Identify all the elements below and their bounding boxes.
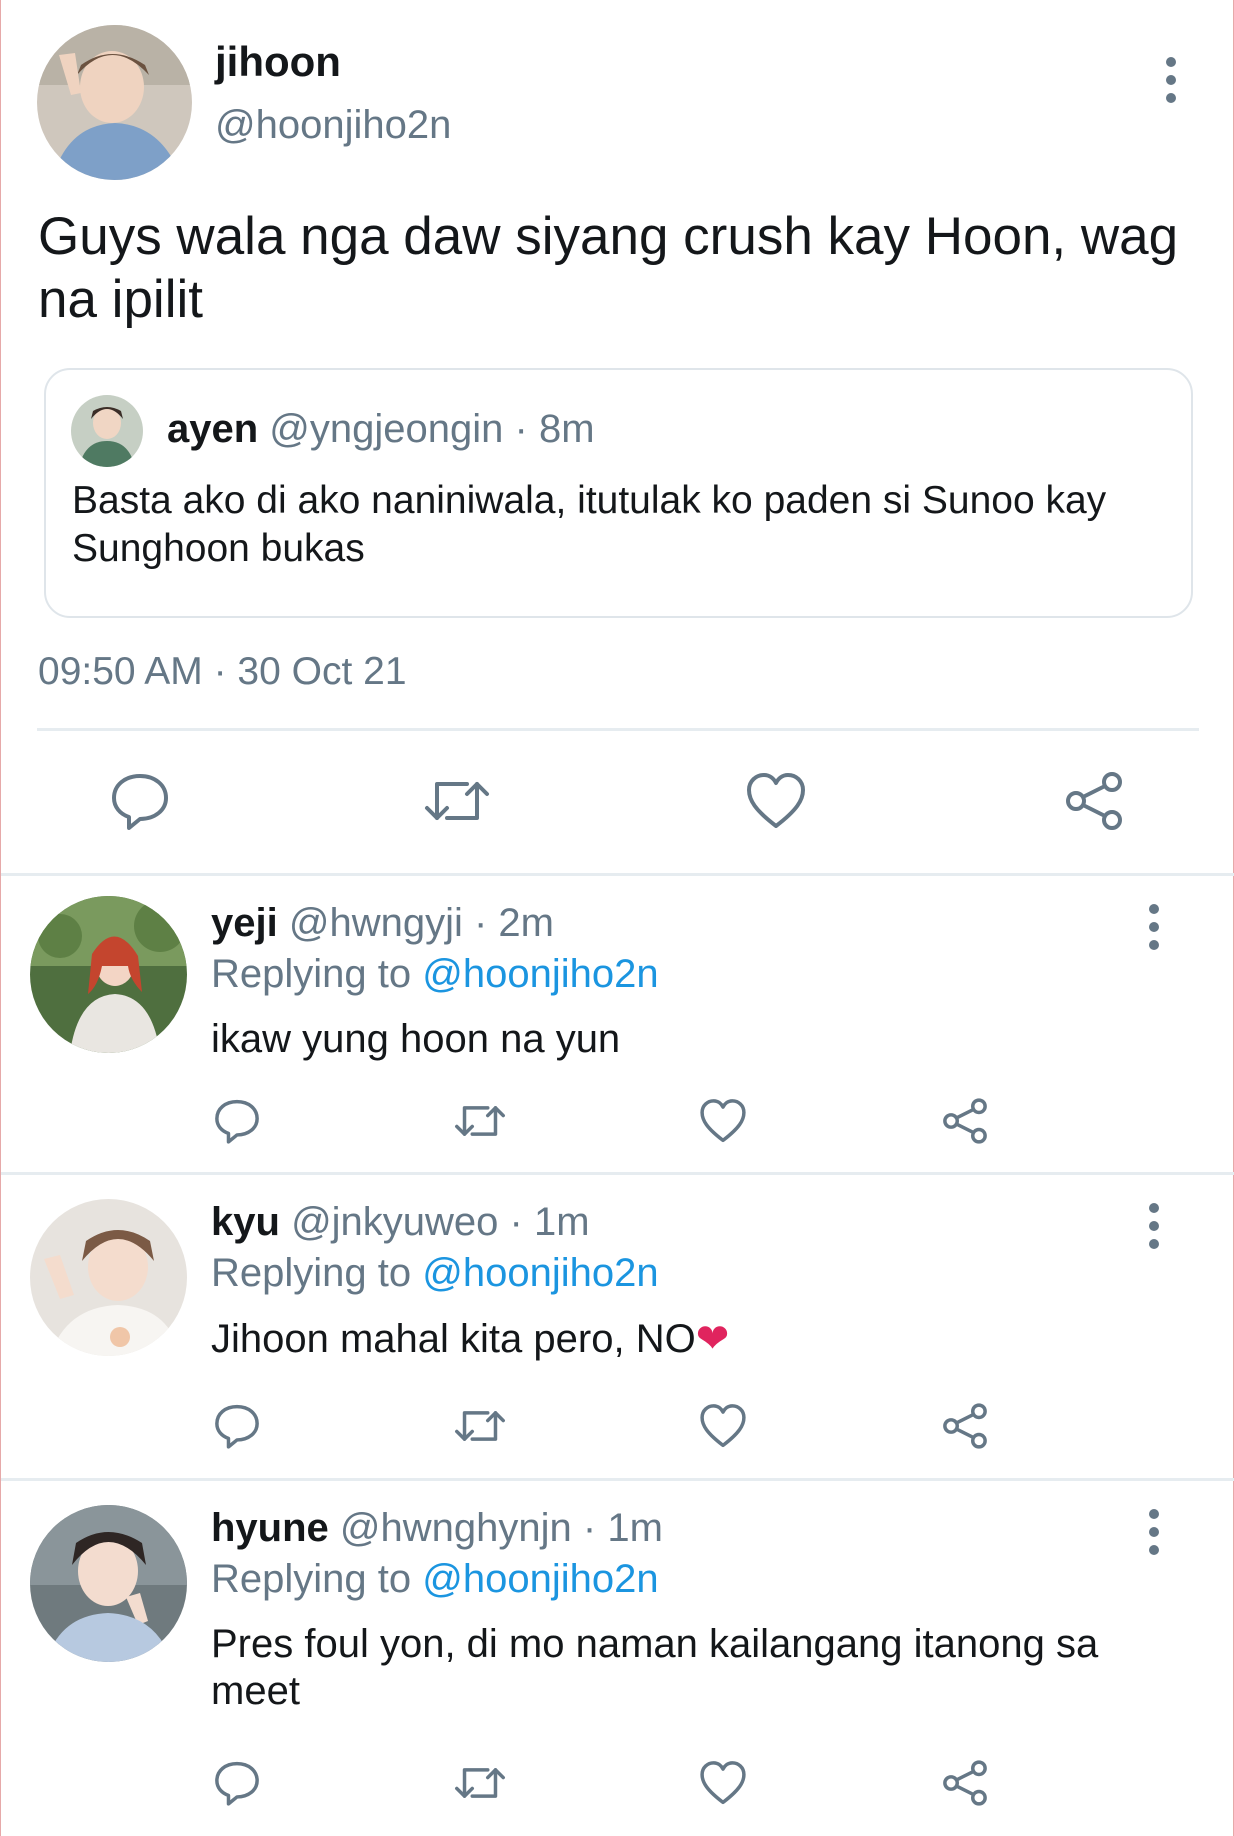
heart-emoji: ❤ bbox=[695, 1317, 730, 1361]
more-vertical-icon[interactable] bbox=[1165, 57, 1177, 103]
quote-author-handle[interactable]: @yngjeongin bbox=[269, 407, 503, 451]
reply-author-name[interactable]: hyune bbox=[211, 1506, 329, 1550]
replying-to-label: Replying to bbox=[211, 1251, 423, 1295]
reply-author-name[interactable]: kyu bbox=[211, 1200, 280, 1244]
retweet-icon[interactable] bbox=[453, 1402, 507, 1450]
replying-to: Replying to @hoonjiho2n bbox=[211, 952, 659, 997]
heart-icon[interactable] bbox=[699, 1097, 747, 1145]
quote-author-name[interactable]: ayen bbox=[167, 407, 258, 451]
retweet-icon[interactable] bbox=[453, 1759, 507, 1807]
quote-text: Basta ako di ako naniniwala, itutulak ko… bbox=[72, 479, 1107, 570]
mention-link[interactable]: @hoonjiho2n bbox=[422, 1557, 658, 1601]
reply-text: Pres foul yon, di mo naman kailangang it… bbox=[211, 1621, 1171, 1715]
reply-bubble-icon[interactable] bbox=[109, 770, 171, 832]
avatar[interactable] bbox=[30, 1199, 187, 1356]
reply-tweet[interactable]: kyu @jnkyuweo · 1m Replying to @hoonjiho… bbox=[1, 1175, 1234, 1478]
reply-tweet[interactable]: yeji @hwngyji · 2m Replying to @hoonjiho… bbox=[1, 876, 1234, 1171]
reply-text-content: Jihoon mahal kita pero, NO bbox=[211, 1317, 696, 1361]
reply-separator: · bbox=[462, 901, 499, 945]
reply-time: 1m bbox=[607, 1506, 663, 1550]
reply-bubble-icon[interactable] bbox=[213, 1759, 261, 1807]
reply-author-name[interactable]: yeji bbox=[211, 901, 278, 945]
more-vertical-icon[interactable] bbox=[1148, 904, 1160, 950]
share-icon[interactable] bbox=[941, 1759, 989, 1807]
reply-bubble-icon[interactable] bbox=[213, 1402, 261, 1450]
reply-separator: · bbox=[498, 1200, 534, 1244]
share-icon[interactable] bbox=[941, 1402, 989, 1450]
quote-avatar[interactable] bbox=[71, 395, 143, 467]
reply-text: Jihoon mahal kita pero, NO❤ bbox=[211, 1316, 1171, 1363]
avatar[interactable] bbox=[30, 1505, 187, 1662]
avatar[interactable] bbox=[30, 896, 187, 1053]
reply-author-handle[interactable]: @jnkyuweo bbox=[291, 1200, 498, 1244]
reply-bubble-icon[interactable] bbox=[213, 1097, 261, 1145]
divider bbox=[37, 728, 1199, 731]
share-icon[interactable] bbox=[941, 1097, 989, 1145]
reply-text: ikaw yung hoon na yun bbox=[211, 1016, 1171, 1063]
avatar[interactable] bbox=[37, 25, 192, 180]
reply-separator: · bbox=[571, 1506, 608, 1550]
heart-icon[interactable] bbox=[699, 1402, 747, 1450]
author-handle[interactable]: @hoonjiho2n bbox=[215, 103, 451, 148]
reply-text-content: ikaw yung hoon na yun bbox=[211, 1017, 621, 1061]
quoted-tweet[interactable]: ayen @yngjeongin · 8m Basta ako di ako n… bbox=[44, 368, 1193, 618]
quote-separator: · bbox=[503, 407, 539, 451]
replying-to-label: Replying to bbox=[211, 1557, 423, 1601]
heart-icon[interactable] bbox=[699, 1759, 747, 1807]
share-icon[interactable] bbox=[1063, 770, 1125, 832]
mention-link[interactable]: @hoonjiho2n bbox=[422, 1251, 658, 1295]
reply-header: yeji @hwngyji · 2m bbox=[211, 901, 554, 946]
retweet-icon[interactable] bbox=[453, 1097, 507, 1145]
main-tweet: jihoon @hoonjiho2n Guys wala nga daw siy… bbox=[1, 0, 1234, 875]
reply-header: hyune @hwnghynjn · 1m bbox=[211, 1506, 663, 1551]
mention-link[interactable]: @hoonjiho2n bbox=[422, 952, 658, 996]
tweet-text: Guys wala nga daw siyang crush kay Hoon,… bbox=[38, 207, 1179, 329]
more-vertical-icon[interactable] bbox=[1148, 1509, 1160, 1555]
tweet-timestamp[interactable]: 09:50 AM · 30 Oct 21 bbox=[38, 650, 407, 694]
reply-header: kyu @jnkyuweo · 1m bbox=[211, 1200, 590, 1245]
reply-author-handle[interactable]: @hwnghynjn bbox=[340, 1506, 572, 1550]
reply-tweet[interactable]: hyune @hwnghynjn · 1m Replying to @hoonj… bbox=[1, 1481, 1234, 1836]
author-name[interactable]: jihoon bbox=[215, 38, 341, 86]
replying-to: Replying to @hoonjiho2n bbox=[211, 1251, 659, 1296]
heart-icon[interactable] bbox=[745, 770, 807, 832]
more-vertical-icon[interactable] bbox=[1148, 1203, 1160, 1249]
reply-time: 2m bbox=[498, 901, 554, 945]
replying-to-label: Replying to bbox=[211, 952, 423, 996]
retweet-icon[interactable] bbox=[423, 770, 491, 832]
quote-header: ayen @yngjeongin · 8m bbox=[167, 407, 595, 452]
quote-time: 8m bbox=[538, 407, 595, 451]
reply-text-content: Pres foul yon, di mo naman kailangang it… bbox=[211, 1622, 1099, 1713]
reply-time: 1m bbox=[533, 1200, 590, 1244]
replying-to: Replying to @hoonjiho2n bbox=[211, 1557, 659, 1602]
app-frame: jihoon @hoonjiho2n Guys wala nga daw siy… bbox=[0, 0, 1234, 1836]
reply-author-handle[interactable]: @hwngyji bbox=[289, 901, 463, 945]
